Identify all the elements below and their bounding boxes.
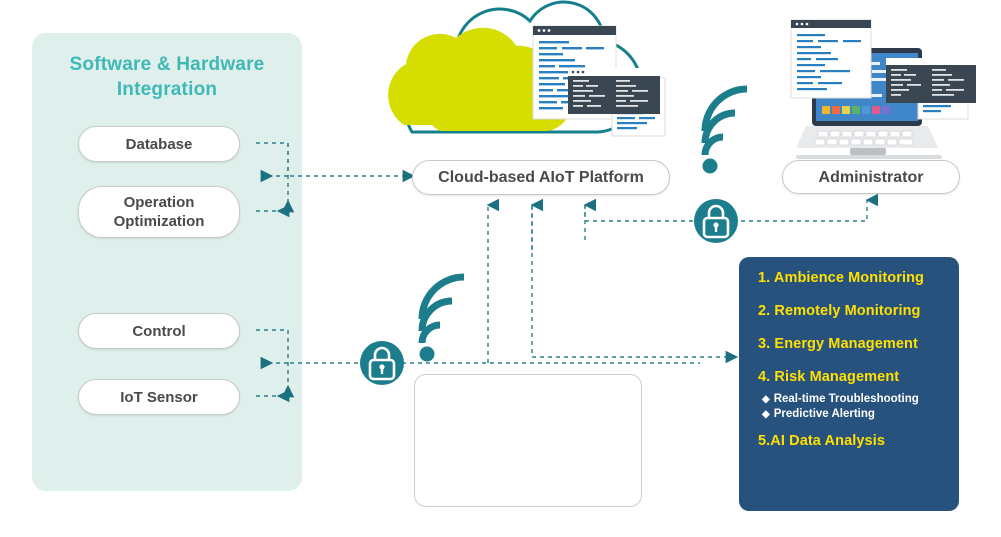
diagram-canvas: Software & Hardware Integration Database… — [0, 0, 1001, 537]
node-iot-sensor[interactable]: IoT Sensor — [78, 379, 240, 415]
wifi-icon — [418, 273, 465, 362]
feature-subitem-1: ◆ Real-time Troubleshooting — [762, 393, 919, 405]
feature-item-2: 2. Remotely Monitoring — [758, 303, 921, 319]
feature-item-3: 3. Energy Management — [758, 336, 918, 352]
feature-item-1: 1. Ambience Monitoring — [758, 270, 925, 286]
node-cloud-platform-label: Cloud-based AIoT Platform — [438, 169, 644, 186]
iot-devices-card — [414, 374, 642, 507]
lock-icon — [694, 199, 738, 243]
feature-item-4: 4. Risk Management — [758, 369, 900, 385]
admin-code-window-dark — [886, 58, 976, 103]
node-database-label: Database — [125, 135, 193, 153]
features-list: 1. Ambience Monitoring 2. Remotely Monit… — [758, 270, 958, 449]
node-iot-sensor-label: IoT Sensor — [120, 388, 198, 406]
wifi-icon — [701, 85, 748, 174]
feature-item-5: 5.AI Data Analysis — [758, 433, 885, 449]
node-cloud-platform[interactable]: Cloud-based AIoT Platform — [412, 160, 670, 195]
lock-icon — [360, 341, 404, 385]
node-operation-optimization[interactable]: Operation Optimization — [78, 186, 240, 238]
node-control[interactable]: Control — [78, 313, 240, 349]
node-control-label: Control — [132, 322, 186, 340]
diamond-icon: ◆ — [762, 394, 770, 405]
node-administrator-label: Administrator — [818, 168, 924, 186]
node-operation-optimization-label: Operation Optimization — [113, 194, 205, 230]
admin-code-window-light — [790, 19, 872, 99]
diamond-icon: ◆ — [762, 409, 770, 420]
code-window-dark — [568, 68, 660, 114]
node-administrator[interactable]: Administrator — [782, 160, 960, 194]
node-database[interactable]: Database — [78, 126, 240, 162]
feature-subitem-2: ◆ Predictive Alerting — [762, 408, 875, 420]
